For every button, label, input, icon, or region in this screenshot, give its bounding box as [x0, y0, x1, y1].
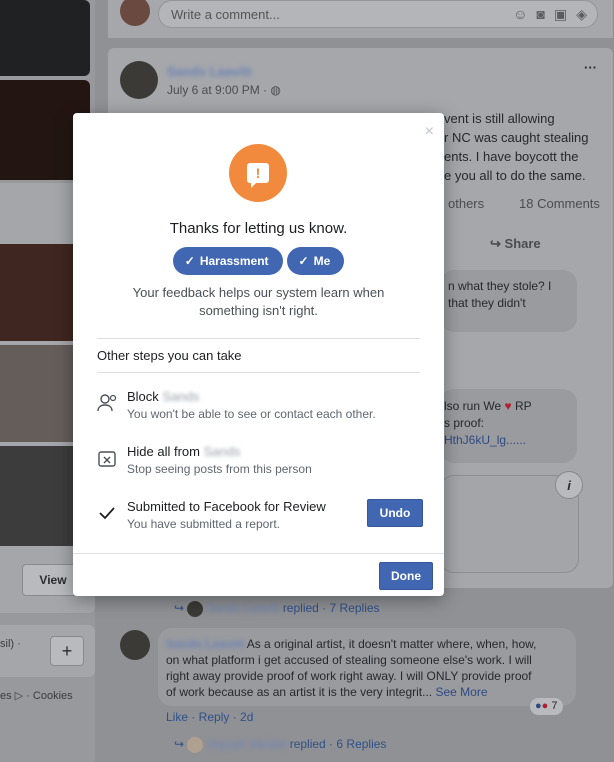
like-icon: ●: [535, 700, 542, 712]
alert-icon: !: [229, 144, 287, 202]
post-text-line: vent is still allowing: [444, 111, 555, 126]
done-button[interactable]: Done: [379, 562, 433, 590]
footer-links[interactable]: es ▷ · Cookies: [0, 689, 73, 702]
divider: [97, 338, 420, 339]
comment-text: on what platform i get accused of steali…: [166, 653, 532, 667]
feedback-dialog: × ! Thanks for letting us know. ✓ Harassm…: [73, 113, 444, 596]
post-text-line: e you all to do the same.: [444, 168, 586, 183]
hide-posts-icon: [97, 448, 117, 468]
share-button[interactable]: ↪ Share: [490, 234, 541, 253]
step-hide[interactable]: Hide all from Sands Stop seeing posts fr…: [97, 444, 420, 484]
left-text: sil) ·: [0, 638, 21, 650]
comment-text: Sands Laavitt As a original artist, it d…: [166, 636, 536, 653]
comment-input[interactable]: Write a comment... ☺ ◙ ▣ ◈: [158, 0, 598, 28]
gif-icon[interactable]: ▣: [554, 6, 567, 23]
step-subtext: You won't be able to see or contact each…: [127, 407, 376, 421]
see-more-link[interactable]: See More: [435, 685, 487, 699]
tag-label: Harassment: [199, 254, 269, 268]
steps-title: Other steps you can take: [97, 348, 242, 363]
comment-author-name[interactable]: Sands Laavitt: [166, 637, 244, 651]
comment-text-part: As a original artist, it doesn't matter …: [246, 637, 537, 651]
reply-author: Vayyah Variate: [206, 737, 287, 751]
dialog-footer: Done: [73, 553, 444, 597]
comment-author-avatar[interactable]: [120, 630, 150, 660]
sticker-icon[interactable]: ◈: [576, 6, 587, 23]
step-subtext: Stop seeing posts from this person: [127, 462, 312, 476]
comment-text-part: lso run We: [444, 399, 502, 413]
step-heading: Block Sands: [127, 389, 199, 404]
share-icon: ↪: [490, 236, 501, 251]
comment-text-part: RP: [514, 399, 532, 413]
comment-text-part: of work because as an artist it is the v…: [166, 685, 433, 699]
comment-actions[interactable]: Like · Reply · 2d: [166, 708, 253, 727]
replied-line[interactable]: ↪ Sands Laavitt replied · 7 Replies: [174, 599, 380, 618]
reply-arrow-icon: ↪: [174, 737, 185, 751]
tag-me[interactable]: ✓ Me: [286, 247, 345, 275]
dialog-description: Your feedback helps our system learn whe…: [132, 285, 385, 318]
more-options-icon[interactable]: ···: [584, 58, 597, 77]
tag-label: Me: [313, 254, 331, 268]
post-author-avatar[interactable]: [120, 61, 158, 99]
step-block[interactable]: Block Sands You won't be able to see or …: [97, 389, 420, 429]
checkmark-icon: ✓: [184, 254, 195, 268]
checkmark-icon: [97, 503, 117, 523]
divider: [97, 372, 420, 373]
step-heading-text: Block: [127, 389, 159, 404]
comment-text: of work because as an artist it is the v…: [166, 684, 488, 701]
block-user-icon: [97, 393, 117, 413]
replies-count: replied · 7 Replies: [282, 601, 380, 615]
comment-icons: ☺ ◙ ▣ ◈: [513, 6, 587, 23]
close-icon[interactable]: ×: [425, 123, 434, 141]
replies-count: replied · 6 Replies: [289, 737, 387, 751]
comment-text: lso run We ♥ RP: [444, 398, 532, 415]
post-time[interactable]: July 6 at 9:00 PM · ◍: [167, 81, 281, 100]
globe-icon: ◍: [270, 83, 281, 97]
heart-icon: ♥: [504, 399, 512, 413]
step-heading: Submitted to Facebook for Review: [127, 499, 326, 514]
reply-arrow-icon: ↪: [174, 601, 185, 615]
post-time-text: July 6 at 9:00 PM ·: [167, 83, 268, 97]
comments-count[interactable]: 18 Comments: [519, 194, 600, 213]
step-heading: Hide all from Sands: [127, 444, 240, 459]
undo-button[interactable]: Undo: [367, 499, 423, 527]
photo-thumbnail[interactable]: [0, 0, 90, 76]
avatar: [187, 600, 204, 617]
info-icon[interactable]: i: [555, 471, 583, 499]
post-author-name[interactable]: Sands Laavitt: [167, 62, 252, 81]
checkmark-icon: ✓: [298, 254, 309, 268]
reaction-count: 7: [551, 700, 558, 712]
comment-text: s proof:: [444, 416, 485, 430]
comment-text: n what they stole? I: [448, 279, 552, 293]
selected-tags: ✓ Harassment ✓ Me: [73, 247, 444, 275]
avatar: [187, 736, 204, 753]
reaction-badge[interactable]: ●● 7: [530, 698, 563, 715]
love-icon: ●: [541, 700, 549, 712]
share-label: Share: [504, 236, 541, 251]
dialog-title: Thanks for letting us know.: [169, 220, 348, 237]
tag-harassment[interactable]: ✓ Harassment: [172, 247, 283, 275]
comment-placeholder: Write a comment...: [171, 6, 280, 22]
alert-glyph: !: [247, 163, 269, 188]
post-text-line: r NC was caught stealing: [444, 130, 589, 145]
step-heading-text: Hide all from: [127, 444, 200, 459]
comment-text: right away provide proof of work right a…: [166, 669, 532, 683]
post-text-line: ents. I have boycott the: [444, 149, 579, 164]
comment-text: that they didn't: [448, 296, 526, 310]
replied-line[interactable]: ↪ Vayyah Variate replied · 6 Replies: [174, 735, 386, 754]
step-subtext: You have submitted a report.: [127, 517, 280, 531]
step-user-name: Sands: [162, 389, 200, 404]
step-user-name: Sands: [203, 444, 241, 459]
camera-icon[interactable]: ◙: [537, 6, 545, 23]
reply-author: Sands Laavitt: [206, 601, 280, 615]
reactions-others[interactable]: others: [448, 194, 484, 213]
emoji-icon[interactable]: ☺: [513, 6, 527, 23]
comment-link[interactable]: HthJ6kU_lg......: [444, 432, 526, 449]
add-button[interactable]: +: [50, 636, 84, 666]
